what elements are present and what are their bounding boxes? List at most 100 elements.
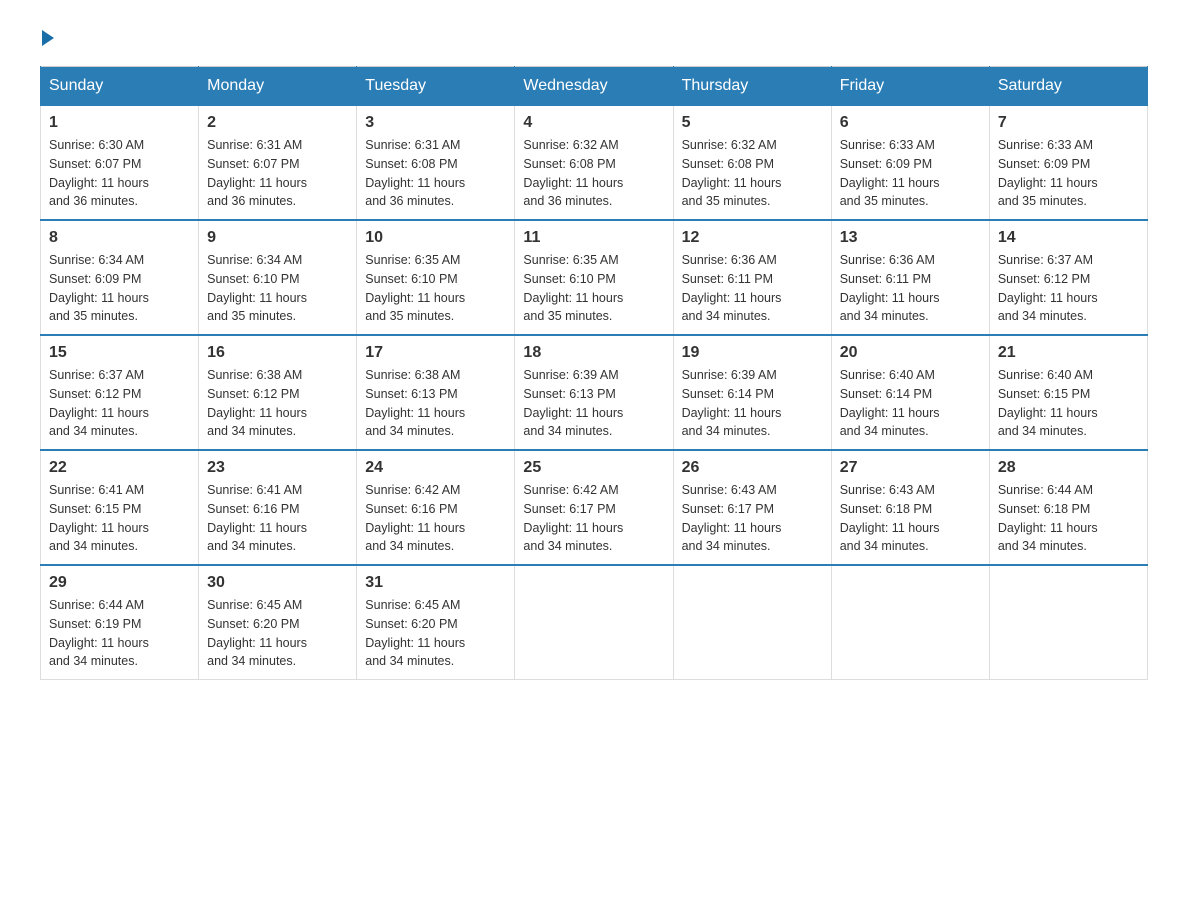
day-number: 3 xyxy=(365,114,506,132)
calendar-day-cell: 10 Sunrise: 6:35 AM Sunset: 6:10 PM Dayl… xyxy=(357,220,515,335)
calendar-day-cell: 19 Sunrise: 6:39 AM Sunset: 6:14 PM Dayl… xyxy=(673,335,831,450)
day-info: Sunrise: 6:38 AM Sunset: 6:12 PM Dayligh… xyxy=(207,366,348,441)
day-number: 30 xyxy=(207,574,348,592)
day-info: Sunrise: 6:33 AM Sunset: 6:09 PM Dayligh… xyxy=(998,136,1139,211)
calendar-day-cell: 1 Sunrise: 6:30 AM Sunset: 6:07 PM Dayli… xyxy=(41,106,199,221)
day-info: Sunrise: 6:32 AM Sunset: 6:08 PM Dayligh… xyxy=(523,136,664,211)
calendar-day-cell: 8 Sunrise: 6:34 AM Sunset: 6:09 PM Dayli… xyxy=(41,220,199,335)
day-number: 12 xyxy=(682,229,823,247)
day-info: Sunrise: 6:36 AM Sunset: 6:11 PM Dayligh… xyxy=(840,251,981,326)
day-number: 20 xyxy=(840,344,981,362)
calendar-day-cell: 25 Sunrise: 6:42 AM Sunset: 6:17 PM Dayl… xyxy=(515,450,673,565)
day-info: Sunrise: 6:45 AM Sunset: 6:20 PM Dayligh… xyxy=(207,596,348,671)
day-number: 4 xyxy=(523,114,664,132)
day-info: Sunrise: 6:43 AM Sunset: 6:18 PM Dayligh… xyxy=(840,481,981,556)
day-of-week-header: Tuesday xyxy=(357,67,515,106)
calendar-day-cell: 20 Sunrise: 6:40 AM Sunset: 6:14 PM Dayl… xyxy=(831,335,989,450)
calendar-week-row: 1 Sunrise: 6:30 AM Sunset: 6:07 PM Dayli… xyxy=(41,106,1148,221)
day-info: Sunrise: 6:42 AM Sunset: 6:17 PM Dayligh… xyxy=(523,481,664,556)
day-number: 11 xyxy=(523,229,664,247)
calendar-day-cell xyxy=(515,565,673,680)
day-info: Sunrise: 6:38 AM Sunset: 6:13 PM Dayligh… xyxy=(365,366,506,441)
day-number: 18 xyxy=(523,344,664,362)
calendar-day-cell: 7 Sunrise: 6:33 AM Sunset: 6:09 PM Dayli… xyxy=(989,106,1147,221)
calendar-week-row: 15 Sunrise: 6:37 AM Sunset: 6:12 PM Dayl… xyxy=(41,335,1148,450)
calendar-day-cell: 14 Sunrise: 6:37 AM Sunset: 6:12 PM Dayl… xyxy=(989,220,1147,335)
day-info: Sunrise: 6:43 AM Sunset: 6:17 PM Dayligh… xyxy=(682,481,823,556)
day-info: Sunrise: 6:37 AM Sunset: 6:12 PM Dayligh… xyxy=(49,366,190,441)
day-info: Sunrise: 6:40 AM Sunset: 6:15 PM Dayligh… xyxy=(998,366,1139,441)
day-number: 9 xyxy=(207,229,348,247)
calendar-day-cell: 21 Sunrise: 6:40 AM Sunset: 6:15 PM Dayl… xyxy=(989,335,1147,450)
calendar-day-cell: 6 Sunrise: 6:33 AM Sunset: 6:09 PM Dayli… xyxy=(831,106,989,221)
day-number: 26 xyxy=(682,459,823,477)
day-of-week-header: Wednesday xyxy=(515,67,673,106)
day-info: Sunrise: 6:39 AM Sunset: 6:13 PM Dayligh… xyxy=(523,366,664,441)
day-info: Sunrise: 6:41 AM Sunset: 6:16 PM Dayligh… xyxy=(207,481,348,556)
calendar-week-row: 29 Sunrise: 6:44 AM Sunset: 6:19 PM Dayl… xyxy=(41,565,1148,680)
day-number: 22 xyxy=(49,459,190,477)
logo xyxy=(40,30,56,46)
day-info: Sunrise: 6:45 AM Sunset: 6:20 PM Dayligh… xyxy=(365,596,506,671)
calendar-day-cell: 16 Sunrise: 6:38 AM Sunset: 6:12 PM Dayl… xyxy=(199,335,357,450)
day-info: Sunrise: 6:42 AM Sunset: 6:16 PM Dayligh… xyxy=(365,481,506,556)
day-number: 29 xyxy=(49,574,190,592)
page-header xyxy=(40,30,1148,46)
day-number: 14 xyxy=(998,229,1139,247)
day-info: Sunrise: 6:31 AM Sunset: 6:07 PM Dayligh… xyxy=(207,136,348,211)
day-number: 6 xyxy=(840,114,981,132)
day-info: Sunrise: 6:40 AM Sunset: 6:14 PM Dayligh… xyxy=(840,366,981,441)
calendar-day-cell: 22 Sunrise: 6:41 AM Sunset: 6:15 PM Dayl… xyxy=(41,450,199,565)
calendar-day-cell xyxy=(673,565,831,680)
calendar-day-cell: 12 Sunrise: 6:36 AM Sunset: 6:11 PM Dayl… xyxy=(673,220,831,335)
calendar-day-cell: 9 Sunrise: 6:34 AM Sunset: 6:10 PM Dayli… xyxy=(199,220,357,335)
day-number: 1 xyxy=(49,114,190,132)
calendar-day-cell: 2 Sunrise: 6:31 AM Sunset: 6:07 PM Dayli… xyxy=(199,106,357,221)
calendar-day-cell: 30 Sunrise: 6:45 AM Sunset: 6:20 PM Dayl… xyxy=(199,565,357,680)
calendar-day-cell: 29 Sunrise: 6:44 AM Sunset: 6:19 PM Dayl… xyxy=(41,565,199,680)
day-info: Sunrise: 6:32 AM Sunset: 6:08 PM Dayligh… xyxy=(682,136,823,211)
calendar-table: SundayMondayTuesdayWednesdayThursdayFrid… xyxy=(40,66,1148,680)
day-number: 17 xyxy=(365,344,506,362)
day-number: 27 xyxy=(840,459,981,477)
calendar-header-row: SundayMondayTuesdayWednesdayThursdayFrid… xyxy=(41,67,1148,106)
calendar-day-cell: 24 Sunrise: 6:42 AM Sunset: 6:16 PM Dayl… xyxy=(357,450,515,565)
day-number: 28 xyxy=(998,459,1139,477)
day-of-week-header: Thursday xyxy=(673,67,831,106)
day-number: 10 xyxy=(365,229,506,247)
day-number: 8 xyxy=(49,229,190,247)
calendar-day-cell: 17 Sunrise: 6:38 AM Sunset: 6:13 PM Dayl… xyxy=(357,335,515,450)
day-number: 16 xyxy=(207,344,348,362)
calendar-day-cell xyxy=(989,565,1147,680)
calendar-day-cell: 27 Sunrise: 6:43 AM Sunset: 6:18 PM Dayl… xyxy=(831,450,989,565)
calendar-day-cell: 18 Sunrise: 6:39 AM Sunset: 6:13 PM Dayl… xyxy=(515,335,673,450)
day-info: Sunrise: 6:33 AM Sunset: 6:09 PM Dayligh… xyxy=(840,136,981,211)
day-number: 25 xyxy=(523,459,664,477)
calendar-week-row: 8 Sunrise: 6:34 AM Sunset: 6:09 PM Dayli… xyxy=(41,220,1148,335)
calendar-day-cell: 13 Sunrise: 6:36 AM Sunset: 6:11 PM Dayl… xyxy=(831,220,989,335)
calendar-week-row: 22 Sunrise: 6:41 AM Sunset: 6:15 PM Dayl… xyxy=(41,450,1148,565)
day-of-week-header: Monday xyxy=(199,67,357,106)
calendar-day-cell: 26 Sunrise: 6:43 AM Sunset: 6:17 PM Dayl… xyxy=(673,450,831,565)
logo-triangle-icon xyxy=(42,30,54,46)
calendar-day-cell: 5 Sunrise: 6:32 AM Sunset: 6:08 PM Dayli… xyxy=(673,106,831,221)
day-of-week-header: Friday xyxy=(831,67,989,106)
day-number: 7 xyxy=(998,114,1139,132)
day-number: 21 xyxy=(998,344,1139,362)
day-info: Sunrise: 6:39 AM Sunset: 6:14 PM Dayligh… xyxy=(682,366,823,441)
day-info: Sunrise: 6:34 AM Sunset: 6:09 PM Dayligh… xyxy=(49,251,190,326)
calendar-day-cell: 3 Sunrise: 6:31 AM Sunset: 6:08 PM Dayli… xyxy=(357,106,515,221)
calendar-day-cell: 4 Sunrise: 6:32 AM Sunset: 6:08 PM Dayli… xyxy=(515,106,673,221)
day-number: 19 xyxy=(682,344,823,362)
day-of-week-header: Saturday xyxy=(989,67,1147,106)
calendar-day-cell: 11 Sunrise: 6:35 AM Sunset: 6:10 PM Dayl… xyxy=(515,220,673,335)
day-info: Sunrise: 6:44 AM Sunset: 6:19 PM Dayligh… xyxy=(49,596,190,671)
day-number: 24 xyxy=(365,459,506,477)
day-info: Sunrise: 6:30 AM Sunset: 6:07 PM Dayligh… xyxy=(49,136,190,211)
day-number: 5 xyxy=(682,114,823,132)
day-number: 23 xyxy=(207,459,348,477)
day-info: Sunrise: 6:44 AM Sunset: 6:18 PM Dayligh… xyxy=(998,481,1139,556)
day-number: 31 xyxy=(365,574,506,592)
day-info: Sunrise: 6:41 AM Sunset: 6:15 PM Dayligh… xyxy=(49,481,190,556)
day-info: Sunrise: 6:31 AM Sunset: 6:08 PM Dayligh… xyxy=(365,136,506,211)
